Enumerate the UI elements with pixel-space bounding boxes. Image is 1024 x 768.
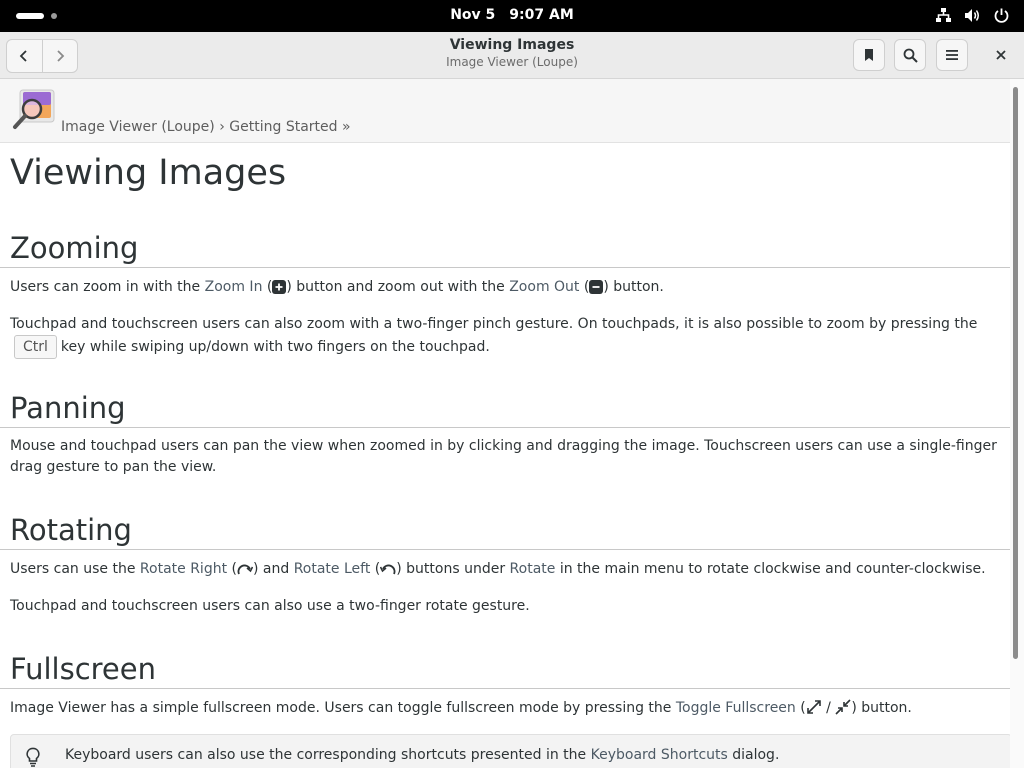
navigation-buttons bbox=[6, 39, 78, 73]
tip-text: Keyboard users can also use the correspo… bbox=[65, 747, 780, 763]
window-title-area: Viewing Images Image Viewer (Loupe) bbox=[312, 37, 712, 69]
breadcrumb-item-app[interactable]: Image Viewer (Loupe) bbox=[61, 119, 215, 135]
zoom-out-link[interactable]: Zoom Out bbox=[509, 279, 579, 295]
zoom-out-icon bbox=[589, 280, 604, 294]
go-next-icon bbox=[57, 50, 65, 62]
rotate-right-link[interactable]: Rotate Right bbox=[140, 561, 227, 577]
help-content: Image Viewer (Loupe) › Getting Started »… bbox=[0, 79, 1010, 768]
vertical-scrollbar[interactable] bbox=[1010, 79, 1024, 768]
image-viewer-app-icon bbox=[13, 89, 55, 129]
close-icon bbox=[996, 50, 1006, 60]
rotate-menu-link[interactable]: Rotate bbox=[510, 561, 556, 577]
rotate-left-link[interactable]: Rotate Left bbox=[294, 561, 371, 577]
keyboard-shortcuts-link[interactable]: Keyboard Shortcuts bbox=[591, 747, 728, 763]
zooming-paragraph-2: Touchpad and touchscreen users can also … bbox=[10, 314, 1000, 359]
back-button[interactable] bbox=[7, 40, 42, 72]
close-window-button[interactable] bbox=[985, 39, 1017, 71]
rotating-paragraph-1: Users can use the Rotate Right () and Ro… bbox=[10, 561, 986, 577]
rotate-right-icon bbox=[237, 564, 253, 575]
rotating-paragraph-2: Touchpad and touchscreen users can also … bbox=[10, 598, 530, 614]
toggle-fullscreen-link[interactable]: Toggle Fullscreen bbox=[676, 700, 796, 716]
forward-button[interactable] bbox=[41, 40, 78, 72]
section-heading-panning: Panning bbox=[0, 391, 1010, 428]
main-menu-button[interactable] bbox=[936, 39, 968, 71]
page-title: Viewing Images bbox=[10, 153, 287, 193]
fullscreen-paragraph-1: Image Viewer has a simple fullscreen mod… bbox=[10, 699, 912, 716]
breadcrumb-separator: › bbox=[219, 119, 225, 135]
fullscreen-icon bbox=[806, 700, 821, 714]
breadcrumb-header: Image Viewer (Loupe) › Getting Started » bbox=[0, 79, 1010, 143]
hamburger-menu-icon bbox=[946, 50, 958, 60]
system-top-bar: Nov 5 9:07 AM bbox=[0, 0, 1024, 32]
search-icon bbox=[903, 48, 918, 63]
scrollbar-thumb[interactable] bbox=[1013, 87, 1018, 659]
zoom-in-link[interactable]: Zoom In bbox=[205, 279, 263, 295]
zooming-paragraph-1: Users can zoom in with the Zoom In () bu… bbox=[10, 279, 664, 295]
power-icon bbox=[993, 7, 1010, 24]
system-tray[interactable] bbox=[935, 7, 1010, 24]
clock-time: 9:07 AM bbox=[509, 7, 574, 23]
clock-date: Nov 5 bbox=[450, 7, 496, 23]
leave-fullscreen-icon bbox=[835, 699, 851, 715]
breadcrumb: Image Viewer (Loupe) › Getting Started » bbox=[61, 119, 351, 135]
breadcrumb-item-getting-started[interactable]: Getting Started » bbox=[229, 119, 350, 135]
section-heading-fullscreen: Fullscreen bbox=[0, 652, 1010, 689]
zoom-in-icon bbox=[272, 280, 287, 294]
clock[interactable]: Nov 5 9:07 AM bbox=[0, 7, 1024, 23]
bookmark-button[interactable] bbox=[853, 39, 885, 71]
lightbulb-icon bbox=[26, 747, 40, 767]
bookmark-icon bbox=[865, 49, 873, 61]
volume-icon bbox=[964, 7, 981, 24]
header-bar: Viewing Images Image Viewer (Loupe) bbox=[0, 32, 1024, 79]
window-subtitle: Image Viewer (Loupe) bbox=[446, 55, 578, 69]
search-button[interactable] bbox=[894, 39, 926, 71]
rotate-left-icon bbox=[380, 564, 396, 575]
network-icon bbox=[935, 7, 952, 24]
ctrl-key: Ctrl bbox=[14, 335, 57, 359]
window-title: Viewing Images bbox=[449, 37, 575, 53]
section-heading-zooming: Zooming bbox=[0, 231, 1010, 268]
go-previous-icon bbox=[19, 50, 27, 62]
section-heading-rotating: Rotating bbox=[0, 513, 1010, 550]
panning-paragraph-1: Mouse and touchpad users can pan the vie… bbox=[10, 438, 997, 475]
tip-note: Keyboard users can also use the correspo… bbox=[10, 734, 1010, 768]
